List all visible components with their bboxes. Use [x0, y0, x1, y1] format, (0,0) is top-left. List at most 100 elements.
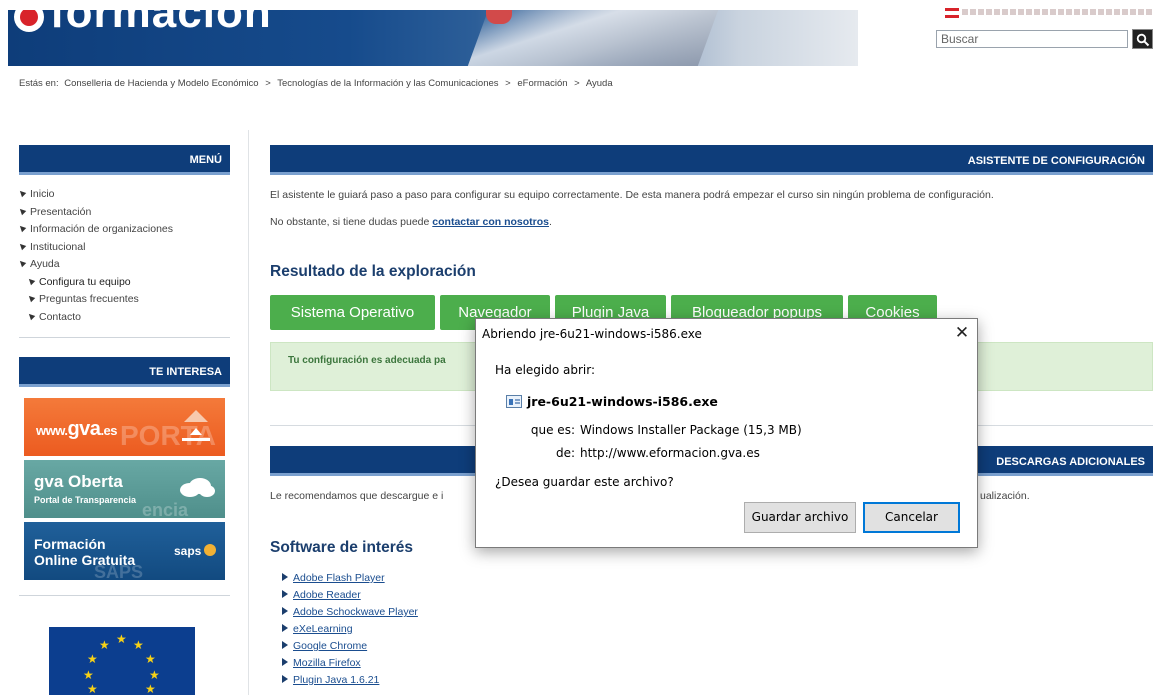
star-icon: ★	[87, 682, 98, 695]
cancel-button[interactable]: Cancelar	[863, 502, 960, 533]
breadcrumb-item[interactable]: Tecnologías de la Información y las Comu…	[277, 78, 498, 89]
cloud-icon	[180, 478, 215, 497]
sidebar-divider	[19, 337, 230, 338]
save-file-button[interactable]: Guardar archivo	[744, 502, 856, 533]
saps-logo-icon	[204, 544, 216, 556]
file-type-label: que es:	[530, 423, 575, 437]
triangle-bullet-icon	[17, 206, 27, 215]
breadcrumb: Estás en: Conselleria de Hacienda y Mode…	[19, 78, 613, 89]
software-link-firefox[interactable]: Mozilla Firefox	[293, 657, 361, 669]
star-icon: ★	[149, 668, 160, 682]
breadcrumb-item[interactable]: eFormación	[517, 78, 567, 89]
search-input[interactable]	[936, 30, 1128, 48]
software-link-exelearning[interactable]: eXeLearning	[293, 623, 353, 635]
asistente-heading: ASISTENTE DE CONFIGURACIÓN	[270, 145, 1153, 175]
installer-file-icon	[506, 395, 522, 408]
interesa-heading: TE INTERESA	[19, 357, 230, 387]
arrow-up-icon	[184, 410, 208, 422]
result-title: Resultado de la exploración	[270, 263, 476, 280]
chosen-label: Ha elegido abrir:	[495, 363, 596, 377]
sidebar-item-label: Inicio	[30, 188, 55, 200]
gva-oberta-banner[interactable]: gva Oberta Portal de Transparencia encia	[24, 460, 225, 518]
play-bullet-icon	[282, 641, 288, 649]
list-item: eXeLearning	[282, 621, 418, 638]
breadcrumb-item[interactable]: Conselleria de Hacienda y Modelo Económi…	[64, 78, 258, 89]
sidebar-item-ayuda[interactable]: Ayuda	[17, 256, 173, 274]
file-name: jre-6u21-windows-i586.exe	[527, 394, 718, 409]
contact-suffix: .	[548, 216, 552, 228]
sidebar-item-label: Información de organizaciones	[30, 223, 174, 235]
sidebar-item-inicio[interactable]: Inicio	[17, 186, 173, 204]
generalitat-logo-icon	[945, 8, 959, 18]
eu-flag-logo: ★ ★ ★ ★ ★ ★ ★ ★ ★	[49, 627, 195, 695]
search-button[interactable]	[1132, 29, 1153, 49]
play-bullet-icon	[282, 590, 288, 598]
sidebar-divider	[19, 595, 230, 596]
dialog-title: Abriendo jre-6u21-windows-i586.exe	[482, 327, 702, 341]
triangle-bullet-icon	[17, 188, 27, 198]
oberta-banner-subtitle: Portal de Transparencia	[34, 495, 137, 505]
sidebar-item-label: Ayuda	[30, 258, 60, 270]
contact-link[interactable]: contactar con nosotros	[432, 216, 549, 228]
generalitat-logo-text	[962, 9, 1152, 15]
contact-prefix: No obstante, si tiene dudas puede	[270, 216, 433, 228]
triangle-bullet-icon	[17, 258, 27, 268]
gva-banner-brand: gva	[67, 418, 101, 440]
list-item: Adobe Flash Player	[282, 570, 418, 587]
saps-logo-text: saps	[174, 544, 202, 558]
oberta-banner-title: gva Oberta	[34, 472, 123, 491]
list-item: Adobe Reader	[282, 587, 418, 604]
file-source-row: de: http://www.eformacion.gva.es	[527, 446, 760, 460]
triangle-bullet-icon	[26, 311, 36, 320]
banner-bar-decoration	[182, 438, 210, 441]
sidebar-menu: Inicio Presentación Información de organ…	[17, 186, 174, 327]
star-icon: ★	[145, 652, 156, 666]
file-source-label: de:	[555, 446, 575, 460]
software-link-reader[interactable]: Adobe Reader	[293, 589, 361, 601]
tab-sistema-operativo[interactable]: Sistema Operativo	[270, 295, 435, 330]
gva-banner-prefix: www.	[36, 423, 68, 438]
software-link-chrome[interactable]: Google Chrome	[293, 640, 367, 652]
sidebar-item-label: Institucional	[30, 240, 86, 253]
play-bullet-icon	[282, 658, 288, 666]
triangle-bullet-icon	[26, 276, 36, 285]
recommend-text-tail: ualización.	[980, 490, 1030, 502]
software-list: Adobe Flash Player Adobe Reader Adobe Sc…	[282, 570, 418, 689]
banner-photo-detail	[486, 10, 512, 24]
recommend-text: Le recomendamos que descargue e i	[270, 490, 444, 502]
gva-portal-banner[interactable]: PORTA www.gva.es	[24, 398, 225, 456]
save-question: ¿Desea guardar este archivo?	[495, 475, 674, 489]
formacion-online-banner[interactable]: Formación Online Gratuita saps SAPS	[24, 522, 225, 580]
sidebar-item-institucional[interactable]: Institucional	[17, 239, 173, 257]
result-message: Tu configuración es adecuada pa	[288, 355, 446, 366]
formacion-banner-line1: Formación	[34, 536, 106, 552]
star-icon: ★	[99, 638, 110, 652]
eformacion-logo-icon	[14, 10, 44, 32]
software-link-shockwave[interactable]: Adobe Schockwave Player	[293, 606, 418, 618]
breadcrumb-prefix: Estás en:	[19, 78, 59, 89]
star-icon: ★	[145, 682, 156, 695]
sidebar-item-configura[interactable]: Configura tu equipo	[19, 274, 173, 292]
column-divider	[248, 130, 249, 695]
triangle-bullet-icon	[17, 223, 27, 233]
list-item: Adobe Schockwave Player	[282, 604, 418, 621]
sidebar-item-preguntas[interactable]: Preguntas frecuentes	[19, 291, 173, 309]
gva-banner-text: www.gva.es	[36, 418, 118, 441]
close-icon[interactable]: ✕	[950, 322, 974, 344]
sidebar-item-presentacion[interactable]: Presentación	[17, 204, 173, 222]
file-type-value: Windows Installer Package (15,3 MB)	[580, 423, 802, 437]
breadcrumb-separator: >	[265, 78, 271, 89]
sidebar-item-organizaciones[interactable]: Información de organizaciones	[17, 221, 174, 239]
list-item: Google Chrome	[282, 638, 418, 655]
play-bullet-icon	[282, 607, 288, 615]
sidebar-item-label: Preguntas frecuentes	[39, 293, 139, 305]
breadcrumb-separator: >	[574, 78, 580, 89]
sidebar-item-label: Contacto	[39, 310, 82, 323]
gva-banner-suffix: .es	[100, 423, 118, 438]
triangle-bullet-icon	[26, 293, 36, 303]
software-title: Software de interés	[270, 539, 413, 556]
banner-watermark: PORTA	[120, 420, 216, 451]
sidebar-item-contacto[interactable]: Contacto	[19, 309, 173, 327]
software-link-flash[interactable]: Adobe Flash Player	[293, 572, 385, 584]
software-link-java[interactable]: Plugin Java 1.6.21	[293, 674, 379, 686]
